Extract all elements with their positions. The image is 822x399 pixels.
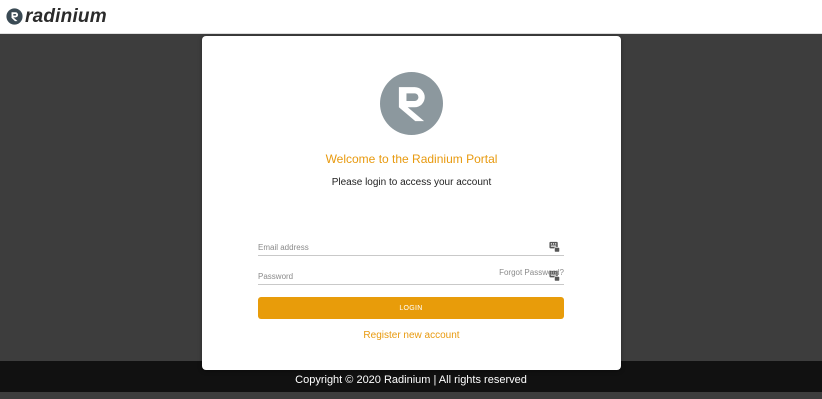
- login-card: Welcome to the Radinium Portal Please lo…: [202, 36, 621, 370]
- copyright-text: Copyright © 2020 Radinium | All rights r…: [295, 374, 527, 386]
- login-subtitle: Please login to access your account: [331, 177, 492, 188]
- password-field[interactable]: [258, 268, 538, 284]
- top-header: radinium: [0, 0, 822, 34]
- radinium-logo-icon: [380, 72, 443, 135]
- email-field[interactable]: [258, 239, 538, 255]
- radinium-logo-icon: [6, 8, 23, 25]
- brand[interactable]: radinium: [6, 6, 107, 27]
- brand-name: radinium: [25, 6, 107, 27]
- keyboard-icon: [549, 241, 560, 252]
- email-field-wrapper: [258, 239, 564, 256]
- register-link[interactable]: Register new account: [202, 330, 621, 341]
- login-button[interactable]: LOGIN: [258, 297, 564, 319]
- forgot-password-link[interactable]: Forgot Password?: [499, 268, 564, 277]
- welcome-heading: Welcome to the Radinium Portal: [325, 152, 498, 166]
